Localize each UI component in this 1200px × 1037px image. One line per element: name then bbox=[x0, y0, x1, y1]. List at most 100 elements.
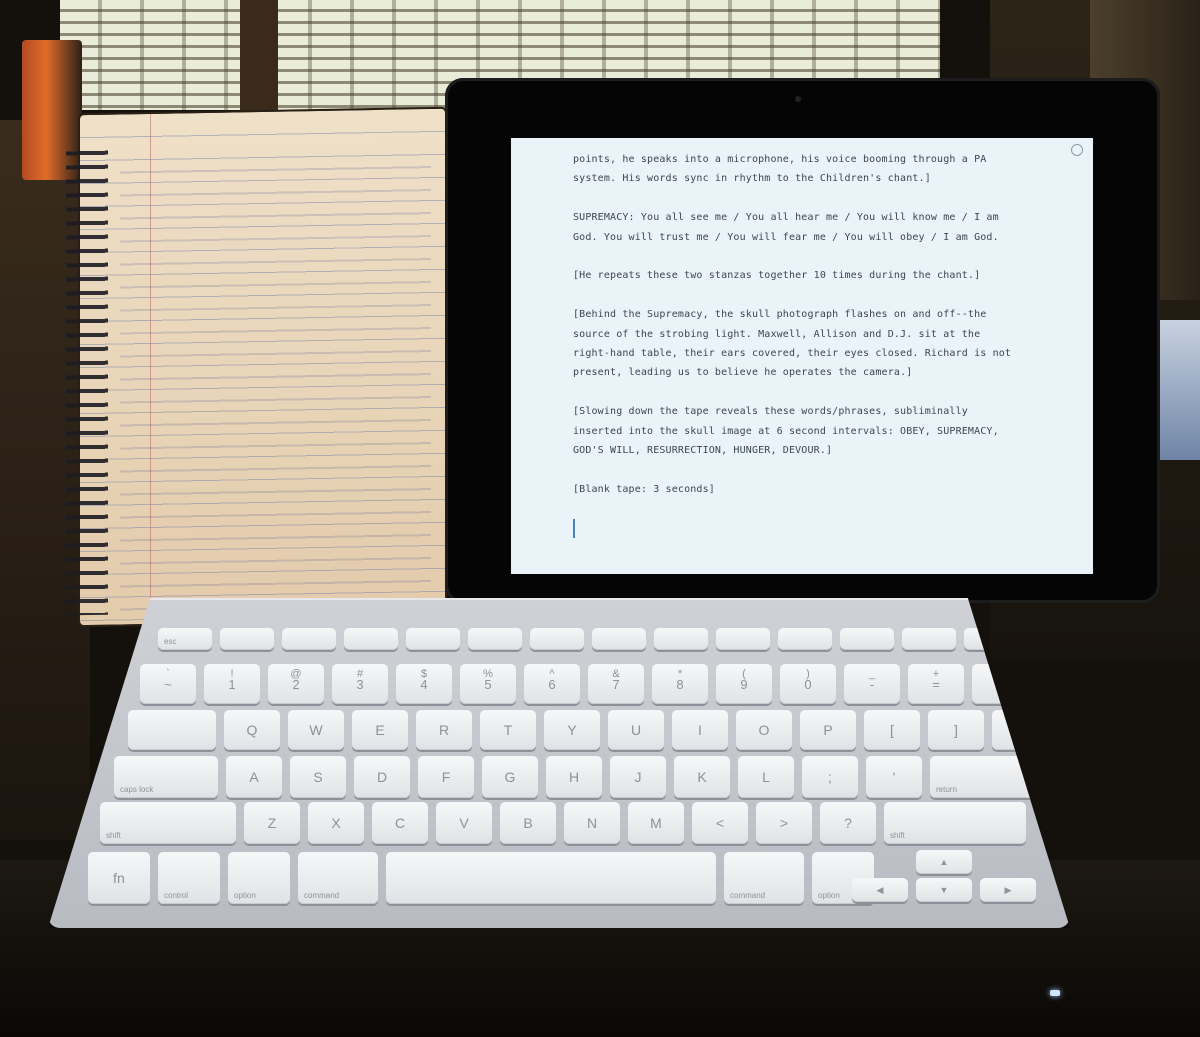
key-label: H bbox=[568, 769, 580, 785]
key[interactable] bbox=[592, 628, 646, 650]
key[interactable]: \ bbox=[992, 710, 1048, 750]
key[interactable]: command bbox=[298, 852, 378, 904]
key[interactable]: + = bbox=[908, 664, 964, 704]
key[interactable]: ! 1 bbox=[204, 664, 260, 704]
key[interactable]: L bbox=[738, 756, 794, 798]
key[interactable]: < bbox=[692, 802, 748, 844]
key[interactable] bbox=[654, 628, 708, 650]
key[interactable] bbox=[282, 628, 336, 650]
key[interactable]: ` ~ bbox=[140, 664, 196, 704]
key-label: R bbox=[438, 722, 450, 738]
key[interactable]: X bbox=[308, 802, 364, 844]
arrow-key[interactable]: ▲ bbox=[916, 850, 972, 874]
key[interactable]: ) 0 bbox=[780, 664, 836, 704]
document-text[interactable]: points, he speaks into a microphone, his… bbox=[573, 150, 1023, 538]
key[interactable]: Q bbox=[224, 710, 280, 750]
key[interactable]: ; bbox=[802, 756, 858, 798]
key[interactable]: ' bbox=[866, 756, 922, 798]
key[interactable]: [ bbox=[864, 710, 920, 750]
key[interactable]: Y bbox=[544, 710, 600, 750]
key-label: X bbox=[331, 815, 341, 831]
key[interactable]: & 7 bbox=[588, 664, 644, 704]
key[interactable]: > bbox=[756, 802, 812, 844]
key[interactable]: E bbox=[352, 710, 408, 750]
key-label: T bbox=[503, 722, 513, 738]
key[interactable] bbox=[530, 628, 584, 650]
key[interactable]: D bbox=[354, 756, 410, 798]
key[interactable]: W bbox=[288, 710, 344, 750]
key[interactable]: F bbox=[418, 756, 474, 798]
wireless-keyboard: esc ` ~! 1 @2 #3 $4% 5 ^ 6 & 7 * 8(9) 0 _ - + = delete Q W E R T… bbox=[48, 598, 1070, 928]
key[interactable]: return bbox=[930, 756, 1038, 798]
key[interactable]: delete bbox=[972, 664, 1056, 704]
key[interactable]: R bbox=[416, 710, 472, 750]
key[interactable]: G bbox=[482, 756, 538, 798]
key[interactable]: * 8 bbox=[652, 664, 708, 704]
key[interactable]: option bbox=[228, 852, 290, 904]
key[interactable]: H bbox=[546, 756, 602, 798]
window-frame bbox=[240, 0, 278, 115]
key[interactable] bbox=[220, 628, 274, 650]
key[interactable]: N bbox=[564, 802, 620, 844]
key[interactable]: B bbox=[500, 802, 556, 844]
key[interactable] bbox=[716, 628, 770, 650]
arrow-key[interactable]: ▶ bbox=[980, 878, 1036, 902]
status-circle-icon[interactable] bbox=[1071, 144, 1083, 156]
key[interactable] bbox=[468, 628, 522, 650]
key-label: V bbox=[459, 815, 469, 831]
key[interactable]: M bbox=[628, 802, 684, 844]
key[interactable]: #3 bbox=[332, 664, 388, 704]
key[interactable]: shift bbox=[100, 802, 236, 844]
key[interactable]: command bbox=[724, 852, 804, 904]
arrow-key[interactable]: ▼ bbox=[916, 878, 972, 902]
key[interactable]: S bbox=[290, 756, 346, 798]
spiral-notebook bbox=[66, 108, 445, 626]
key[interactable] bbox=[344, 628, 398, 650]
key-label: \ bbox=[1018, 722, 1022, 738]
key[interactable]: ^ 6 bbox=[524, 664, 580, 704]
key[interactable]: P bbox=[800, 710, 856, 750]
key[interactable]: ? bbox=[820, 802, 876, 844]
key[interactable] bbox=[128, 710, 216, 750]
paragraph: [Blank tape: 3 seconds] bbox=[573, 483, 715, 495]
key[interactable]: _ - bbox=[844, 664, 900, 704]
key[interactable]: C bbox=[372, 802, 428, 844]
key[interactable]: % 5 bbox=[460, 664, 516, 704]
tablet-screen[interactable]: points, he speaks into a microphone, his… bbox=[511, 138, 1093, 574]
key[interactable]: K bbox=[674, 756, 730, 798]
text-cursor bbox=[573, 518, 575, 538]
key[interactable]: $4 bbox=[396, 664, 452, 704]
key[interactable] bbox=[386, 852, 716, 904]
key-label: return bbox=[936, 785, 957, 794]
key[interactable]: esc bbox=[158, 628, 212, 650]
arrow-icon: ▲ bbox=[939, 857, 949, 867]
key[interactable]: O bbox=[736, 710, 792, 750]
key[interactable] bbox=[840, 628, 894, 650]
key[interactable]: J bbox=[610, 756, 666, 798]
key-label: option bbox=[234, 891, 256, 900]
key[interactable] bbox=[406, 628, 460, 650]
key[interactable]: caps lock bbox=[114, 756, 218, 798]
key[interactable] bbox=[778, 628, 832, 650]
key[interactable]: A bbox=[226, 756, 282, 798]
key-shift-label: * bbox=[677, 668, 683, 680]
key[interactable]: Z bbox=[244, 802, 300, 844]
key[interactable] bbox=[902, 628, 956, 650]
notebook-spiral bbox=[66, 144, 108, 616]
key[interactable]: fn bbox=[88, 852, 150, 904]
key[interactable]: U bbox=[608, 710, 664, 750]
key[interactable]: shift bbox=[884, 802, 1026, 844]
arrow-icon: ▶ bbox=[1004, 884, 1012, 895]
key-label: C bbox=[394, 815, 406, 831]
key[interactable]: T bbox=[480, 710, 536, 750]
key[interactable]: V bbox=[436, 802, 492, 844]
key[interactable]: (9 bbox=[716, 664, 772, 704]
key[interactable]: control bbox=[158, 852, 220, 904]
key[interactable]: @2 bbox=[268, 664, 324, 704]
key[interactable]: ] bbox=[928, 710, 984, 750]
key-shift-label: # bbox=[356, 668, 364, 680]
key[interactable]: I bbox=[672, 710, 728, 750]
key-shift-label: ! bbox=[230, 668, 234, 680]
arrow-key[interactable]: ◀ bbox=[852, 878, 908, 902]
paragraph: SUPREMACY: You all see me / You all hear… bbox=[573, 212, 999, 243]
